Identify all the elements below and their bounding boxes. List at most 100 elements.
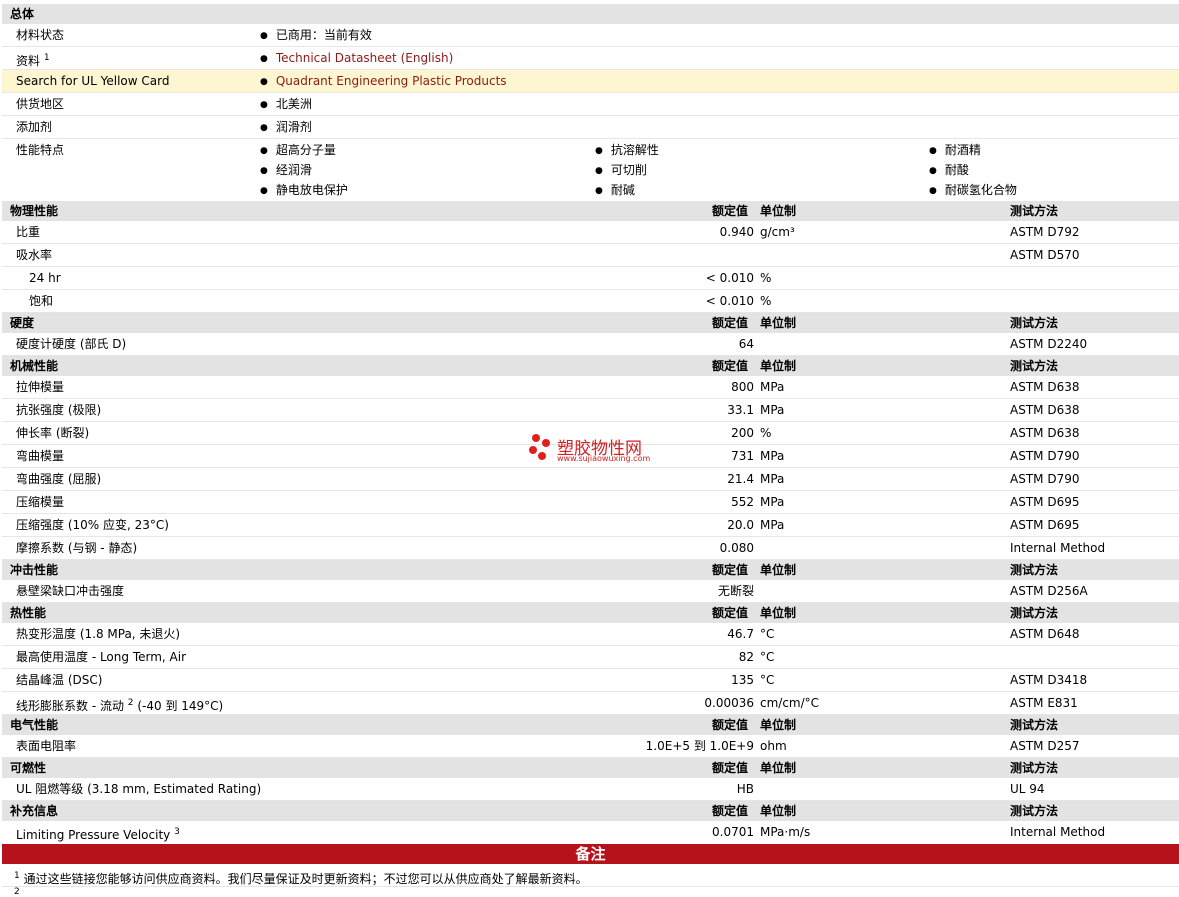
footnote-1: 1 通过这些链接您能够访问供应商资料。我们尽量保证及时更新资料；不过您可以从供应… [2,865,1179,887]
table-row: 表面电阻率 1.0E+5 到 1.0E+9 ohm ASTM D257 [2,735,1179,758]
property-label: 摩擦系数 (与钢 - 静态) [16,541,138,555]
watermark-dots-icon [529,434,550,460]
test-method: Internal Method [1010,541,1106,555]
property-label: 抗张强度 (极限) [16,403,102,417]
row-features: 性能特点 超高分子量 抗溶解性 耐酒精 经润滑 可切削 耐酸 静电放电保护 耐碱… [2,139,1179,201]
header-method: 测试方法 [1010,359,1059,373]
test-method: ASTM D792 [1010,225,1080,239]
section-header-general: 总体 [2,4,1179,24]
table-row: 结晶峰温 (DSC) 135 °C ASTM D3418 [2,669,1179,692]
property-label: 比重 [16,225,41,239]
notes-header: 备注 [2,844,1179,864]
property-value: 135 [731,673,754,687]
property-value: 800 [731,380,754,394]
property-label: 结晶峰温 (DSC) [16,673,103,687]
table-row: 悬壁梁缺口冲击强度 无断裂 ASTM D256A [2,580,1179,603]
property-value: 0.0701 [712,825,754,839]
header-method: 测试方法 [1010,316,1059,330]
header-value: 额定值 [712,718,749,732]
property-value: < 0.010 [705,271,754,285]
property-unit: MPa [760,495,785,509]
header-value: 额定值 [712,606,749,620]
docs-label: 资料 [16,54,41,68]
header-value: 额定值 [712,359,749,373]
property-label: 拉伸模量 [16,380,65,394]
test-method: ASTM D648 [1010,627,1080,641]
header-unit: 单位制 [760,316,797,330]
supplier-link[interactable]: Quadrant Engineering Plastic Products [276,74,507,88]
property-value: 200 [731,426,754,440]
footnote-number: 1 [14,871,20,881]
row-supply: 供货地区 北美洲 [2,93,1179,116]
section-header-flammability: 可燃性 额定值 单位制 测试方法 [2,758,1179,778]
table-row: 摩擦系数 (与钢 - 静态) 0.080 Internal Method [2,537,1179,560]
test-method: UL 94 [1010,782,1045,796]
header-method: 测试方法 [1010,761,1059,775]
row-value: 润滑剂 [260,118,312,138]
property-label: 弯曲强度 (屈服) [16,472,102,486]
row-label: 资料 1 [16,49,50,70]
feature-item: 耐碳氢化合物 [929,181,1017,201]
header-value: 额定值 [712,204,749,218]
watermark-logo: 塑胶物性网 www.sujiaowuxing.com [527,432,650,465]
row-value: 北美洲 [260,95,312,115]
section-title: 可燃性 [10,761,47,775]
footnote-body: 通过这些链接您能够访问供应商资料。我们尽量保证及时更新资料；不过您可以从供应商处… [23,872,588,886]
section-header-supplemental: 补充信息 额定值 单位制 测试方法 [2,801,1179,821]
section-header-physical: 物理性能 额定值 单位制 测试方法 [2,201,1179,221]
test-method: ASTM D790 [1010,449,1080,463]
property-unit: MPa [760,449,785,463]
footnote-text: 2 [14,887,20,897]
property-label: 热变形温度 (1.8 MPa, 未退火) [16,627,181,641]
test-method: ASTM D638 [1010,403,1080,417]
property-value: 0.940 [719,225,754,239]
property-value: 无断裂 [717,584,754,598]
property-unit: % [760,426,772,440]
footnote-2: 2 [2,887,1179,897]
header-unit: 单位制 [760,204,797,218]
header-unit: 单位制 [760,804,797,818]
table-row: Limiting Pressure Velocity 3 0.0701 MPa·… [2,821,1179,844]
datasheet-link[interactable]: Technical Datasheet (English) [276,51,453,65]
footnote-ref: 1 [43,53,50,63]
table-row: 压缩强度 (10% 应变, 23°C) 20.0 MPa ASTM D695 [2,514,1179,537]
row-label: 材料状态 [16,28,65,42]
header-method: 测试方法 [1010,804,1059,818]
footnote-text: 1 通过这些链接您能够访问供应商资料。我们尽量保证及时更新资料；不过您可以从供应… [14,867,588,888]
property-unit: °C [760,650,775,664]
table-row: 最高使用温度 - Long Term, Air 82 °C [2,646,1179,669]
header-method: 测试方法 [1010,204,1059,218]
table-row: 比重 0.940 g/cm³ ASTM D792 [2,221,1179,244]
feature-item: 超高分子量 [260,141,336,161]
footnote-ref: 2 [127,698,134,708]
table-row: 硬度计硬度 (部氏 D) 64 ASTM D2240 [2,333,1179,356]
property-unit: MPa [760,403,785,417]
header-unit: 单位制 [760,563,797,577]
section-header-impact: 冲击性能 额定值 单位制 测试方法 [2,560,1179,580]
property-label: 表面电阻率 [16,739,77,753]
feature-item: 耐酸 [929,161,969,181]
section-title: 电气性能 [10,718,59,732]
label-text: Limiting Pressure Velocity [16,828,171,842]
test-method: ASTM D638 [1010,380,1080,394]
header-unit: 单位制 [760,606,797,620]
feature-item: 耐酒精 [929,141,981,161]
section-header-thermal: 热性能 额定值 单位制 测试方法 [2,603,1179,623]
table-row: 弯曲强度 (屈服) 21.4 MPa ASTM D790 [2,468,1179,491]
header-unit: 单位制 [760,761,797,775]
property-label: 线形膨胀系数 - 流动 2 (-40 到 149°C) [16,694,223,715]
feature-item: 抗溶解性 [595,141,659,161]
section-header-mechanical: 机械性能 额定值 单位制 测试方法 [2,356,1179,376]
test-method: ASTM D695 [1010,518,1080,532]
property-unit: g/cm³ [760,225,795,239]
section-title: 补充信息 [10,804,59,818]
table-row: 热变形温度 (1.8 MPa, 未退火) 46.7 °C ASTM D648 [2,623,1179,646]
property-label: 最高使用温度 - Long Term, Air [16,650,187,664]
row-additive: 添加剂 润滑剂 [2,116,1179,139]
table-row: UL 阻燃等级 (3.18 mm, Estimated Rating) HB U… [2,778,1179,801]
property-value: 1.0E+5 到 1.0E+9 [645,739,754,753]
property-value: 21.4 [727,472,754,486]
property-value: 46.7 [727,627,754,641]
property-unit: % [760,294,772,308]
table-row: 线形膨胀系数 - 流动 2 (-40 到 149°C) 0.00036 cm/c… [2,692,1179,715]
